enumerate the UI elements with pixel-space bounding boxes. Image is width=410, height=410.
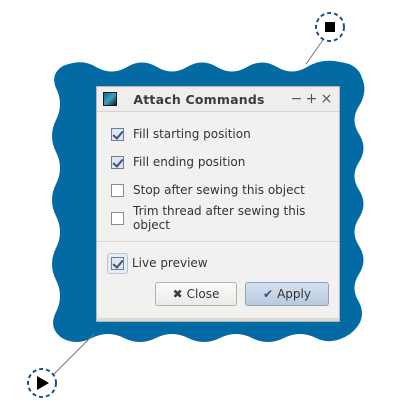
option-trim-thread[interactable]: Trim thread after sewing this object [97,204,339,232]
dialog-bottom-edge [97,318,339,321]
live-preview-option[interactable]: Live preview [107,250,339,276]
checkmark-icon: ✔ [263,287,274,301]
option-fill-ending-position[interactable]: Fill ending position [97,148,339,176]
close-button-label: Close [186,287,220,301]
minimize-icon[interactable]: − [289,91,304,107]
stop-square-icon[interactable] [315,12,345,42]
options-list: Fill starting position Fill ending posit… [97,112,339,232]
dialog-buttons: ✖ Close ✔ Apply [97,282,339,306]
option-label: Stop after sewing this object [133,183,305,197]
live-preview-label: Live preview [132,256,208,270]
checkbox-fill-ending-position[interactable] [111,155,124,169]
divider [97,241,339,242]
attach-commands-dialog: Attach Commands − + × Fill starting posi… [96,86,340,322]
option-label: Fill starting position [133,127,251,141]
apply-button-label: Apply [277,287,311,301]
checkbox-trim-thread[interactable] [111,211,124,225]
option-stop-after-sewing[interactable]: Stop after sewing this object [97,176,339,204]
live-preview-checkbox-wrap[interactable] [107,252,128,274]
apply-button[interactable]: ✔ Apply [245,282,329,306]
checkbox-fill-starting-position[interactable] [111,127,124,141]
x-icon: ✖ [172,287,183,301]
checkbox-live-preview[interactable] [111,256,124,270]
dialog-titlebar[interactable]: Attach Commands − + × [97,87,339,112]
option-label: Trim thread after sewing this object [133,204,306,232]
close-icon[interactable]: × [319,91,334,107]
option-label: Fill ending position [133,155,246,169]
option-fill-starting-position[interactable]: Fill starting position [97,120,339,148]
checkbox-stop-after-sewing[interactable] [111,183,124,197]
window-controls: − + × [289,91,334,107]
play-triangle-icon[interactable] [27,368,57,398]
dialog-title: Attach Commands [133,91,265,107]
canvas-stage: Attach Commands − + × Fill starting posi… [0,0,410,410]
close-button[interactable]: ✖ Close [155,282,237,306]
maximize-icon[interactable]: + [304,91,319,107]
